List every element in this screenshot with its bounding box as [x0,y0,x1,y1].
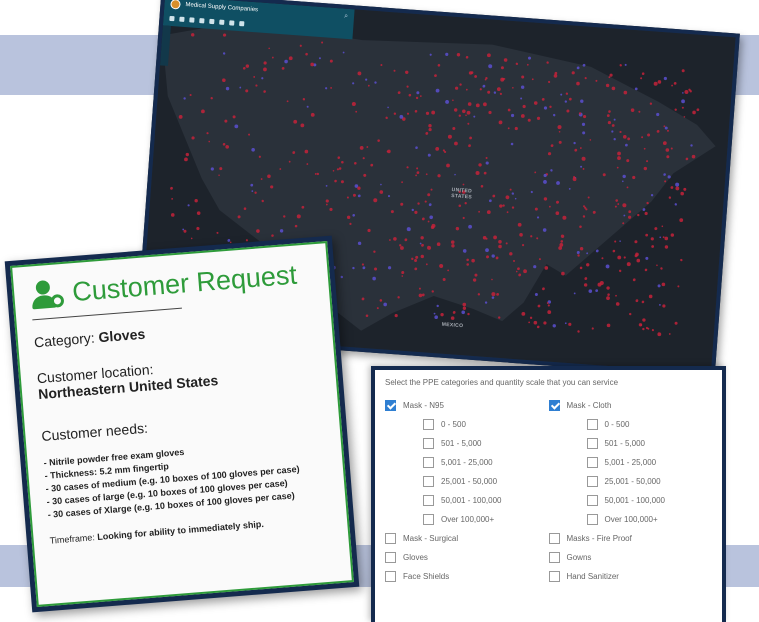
ppe-option-label: Masks - Fire Proof [566,534,632,543]
ppe-option-501-5-000[interactable]: 501 - 5,000 [385,434,549,453]
customer-request-panel: Customer Request Category: Gloves Custom… [10,241,354,607]
map-label-united-states: UNITED STATES [450,187,473,201]
ppe-option-label: Face Shields [403,572,450,581]
ppe-option-50-001-100-000[interactable]: 50,001 - 100,000 [385,491,549,510]
ppe-option-label: 25,001 - 50,000 [441,477,498,486]
checkbox[interactable] [423,476,434,487]
measure-tool-icon[interactable] [209,18,215,24]
ppe-option-label: Mask - Cloth [566,401,612,410]
search-icon[interactable]: ⌕ [344,13,348,21]
ppe-option-label: Mask - Surgical [403,534,459,543]
checkbox[interactable] [548,571,560,582]
checkbox[interactable] [586,419,598,430]
settings-tool-icon[interactable] [239,20,245,26]
ppe-option-over-100-000[interactable]: Over 100,000+ [549,510,713,529]
checkbox[interactable] [586,495,598,506]
checkbox[interactable] [548,533,560,544]
ppe-option-label: Hand Sanitizer [566,572,619,581]
category-value: Gloves [97,325,146,346]
ppe-option-25-001-50-000[interactable]: 25,001 - 50,000 [385,472,549,491]
share-tool-icon[interactable] [199,17,205,23]
checkbox[interactable] [385,533,396,544]
checkbox[interactable] [586,476,598,487]
ppe-option-hand-sanitizer[interactable]: Hand Sanitizer [548,567,713,586]
ppe-column-left: Mask - N95 0 - 500 501 - 5,000 5,001 - 25,0… [385,396,549,586]
checkbox-checked[interactable] [385,400,396,411]
home-tool-icon[interactable] [169,15,175,21]
map-app-title: Medical Supply Companies [185,2,259,14]
ppe-option-masks-fire-proof[interactable]: Masks - Fire Proof [548,529,713,548]
ppe-option-gloves[interactable]: Gloves [385,548,549,567]
ppe-option-501-5-000[interactable]: 501 - 5,000 [549,434,713,453]
filter-tool-icon[interactable] [229,19,235,26]
ppe-option-over-100-000[interactable]: Over 100,000+ [385,510,549,529]
ppe-option-mask-surgical[interactable]: Mask - Surgical [385,529,549,548]
ppe-option-label: 5,001 - 25,000 [604,458,657,467]
checkbox[interactable] [385,552,396,563]
checkbox[interactable] [586,514,598,525]
ppe-option-label: Over 100,000+ [604,515,658,524]
checkbox[interactable] [423,419,434,430]
checkbox[interactable] [586,457,598,468]
ppe-option-label: Gloves [403,553,428,562]
checkbox[interactable] [423,457,434,468]
ppe-option-label: Gowns [566,553,592,562]
timeframe-value: Looking for ability to immediately ship. [96,518,265,542]
ppe-selection-form: Select the PPE categories and quantity s… [371,366,726,622]
ppe-option-face-shields[interactable]: Face Shields [385,567,549,586]
ppe-option-label: 0 - 500 [441,420,466,429]
customer-request-card: Customer Request Category: Gloves Custom… [4,235,360,613]
checkbox[interactable] [385,571,396,582]
checkbox[interactable] [548,552,560,563]
ppe-option-mask-n95[interactable]: Mask - N95 [385,396,549,415]
checkbox[interactable] [423,495,434,506]
form-instructions: Select the PPE categories and quantity s… [385,378,619,387]
ppe-column-right: Mask - Cloth 0 - 500 501 - 5,000 5,001 - 25… [548,396,713,586]
grid-tool-icon[interactable] [189,16,195,23]
ppe-option-label: 501 - 5,000 [441,439,482,448]
ppe-option-label: 0 - 500 [604,420,630,429]
ppe-option-5-001-25-000[interactable]: 5,001 - 25,000 [549,453,713,472]
checkbox[interactable] [586,438,598,449]
timeframe-line: Timeframe: Looking for ability to immedi… [49,513,335,546]
ppe-option-label: Mask - N95 [403,401,444,410]
ppe-option-50-001-100-000[interactable]: 50,001 - 100,000 [549,491,713,510]
ppe-option-label: 25,001 - 50,000 [604,477,661,486]
request-header: Customer Request [29,258,317,311]
ppe-option-label: 50,001 - 100,000 [604,496,666,505]
ppe-option-label: Over 100,000+ [441,515,495,524]
checkbox-checked[interactable] [548,400,560,411]
checkbox[interactable] [423,438,434,449]
locate-tool-icon[interactable] [219,19,225,25]
app-logo-icon [170,0,181,10]
user-shield-icon [29,278,67,311]
category-label: Category: [33,329,100,351]
ppe-option-gowns[interactable]: Gowns [548,548,713,567]
checkbox[interactable] [423,514,434,525]
ppe-option-label: 501 - 5,000 [604,439,645,448]
timeframe-label: Timeframe: [49,532,98,546]
ppe-option-0-500[interactable]: 0 - 500 [549,415,713,434]
request-title: Customer Request [71,259,298,308]
ppe-option-label: 5,001 - 25,000 [441,458,493,467]
ppe-option-0-500[interactable]: 0 - 500 [385,415,549,434]
category-line: Category: Gloves [33,312,320,351]
layers-tool-icon[interactable] [179,16,185,22]
ppe-option-label: 50,001 - 100,000 [441,496,502,505]
ppe-option-5-001-25-000[interactable]: 5,001 - 25,000 [385,453,549,472]
ppe-option-25-001-50-000[interactable]: 25,001 - 50,000 [549,472,713,491]
ppe-option-mask-cloth[interactable]: Mask - Cloth [548,396,713,415]
